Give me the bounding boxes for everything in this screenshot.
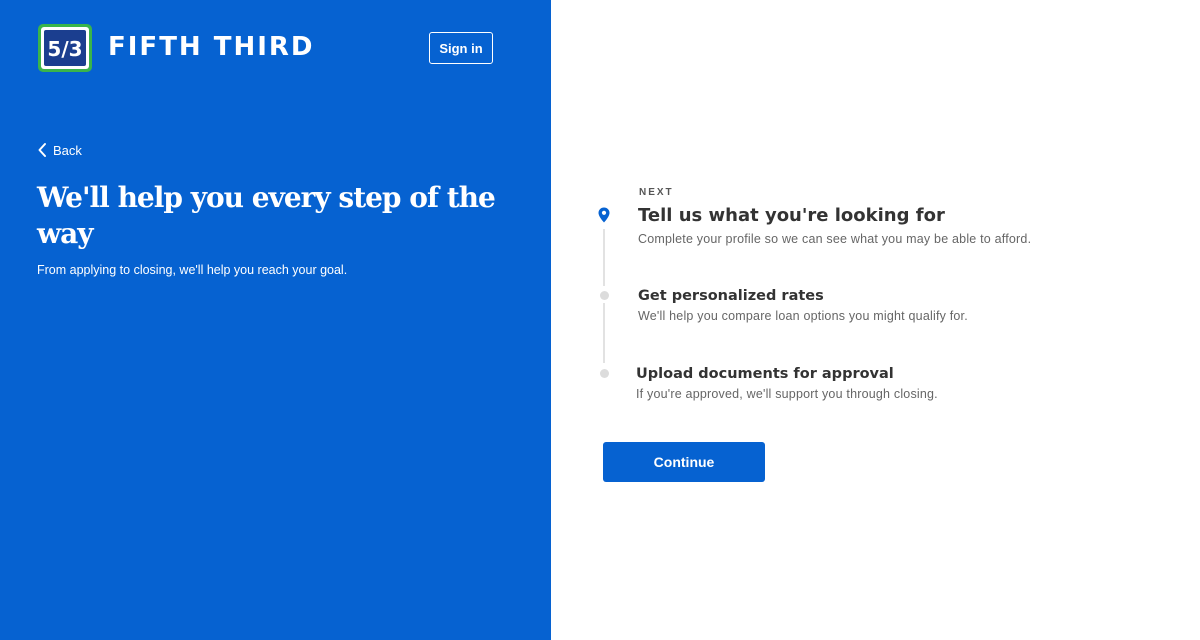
step-connector-line: [603, 303, 605, 363]
left-panel: 5/3 FIFTH THIRD Sign in Back We'll help …: [0, 0, 551, 640]
brand-name[interactable]: FIFTH THIRD: [108, 31, 315, 63]
step-1-title: Tell us what you're looking for: [638, 205, 945, 226]
next-step-label: NEXT: [639, 187, 674, 198]
continue-button[interactable]: Continue: [603, 442, 765, 482]
fifth-third-logo-icon[interactable]: 5/3: [37, 23, 93, 73]
step-3-description: If you're approved, we'll support you th…: [636, 387, 938, 401]
chevron-left-icon: [38, 143, 46, 157]
step-3-dot: [599, 368, 609, 378]
back-label: Back: [53, 142, 82, 158]
step-2-dot: [599, 290, 609, 300]
location-pin-icon: [598, 207, 610, 223]
back-link[interactable]: Back: [37, 141, 82, 159]
page-subheadline: From applying to closing, we'll help you…: [37, 263, 348, 277]
step-3-title: Upload documents for approval: [636, 366, 894, 382]
step-2-title: Get personalized rates: [638, 288, 824, 304]
step-1-description: Complete your profile so we can see what…: [638, 232, 1032, 246]
page-headline: We'll help you every step of the way: [37, 181, 496, 250]
step-2-description: We'll help you compare loan options you …: [638, 309, 968, 323]
sign-in-button[interactable]: Sign in: [429, 32, 493, 64]
right-panel: NEXT Tell us what you're looking for Com…: [551, 0, 1200, 640]
page: 5/3 FIFTH THIRD Sign in Back We'll help …: [0, 0, 1200, 640]
logo-mark-text: 5/3: [47, 37, 82, 61]
step-connector-line: [603, 229, 605, 286]
